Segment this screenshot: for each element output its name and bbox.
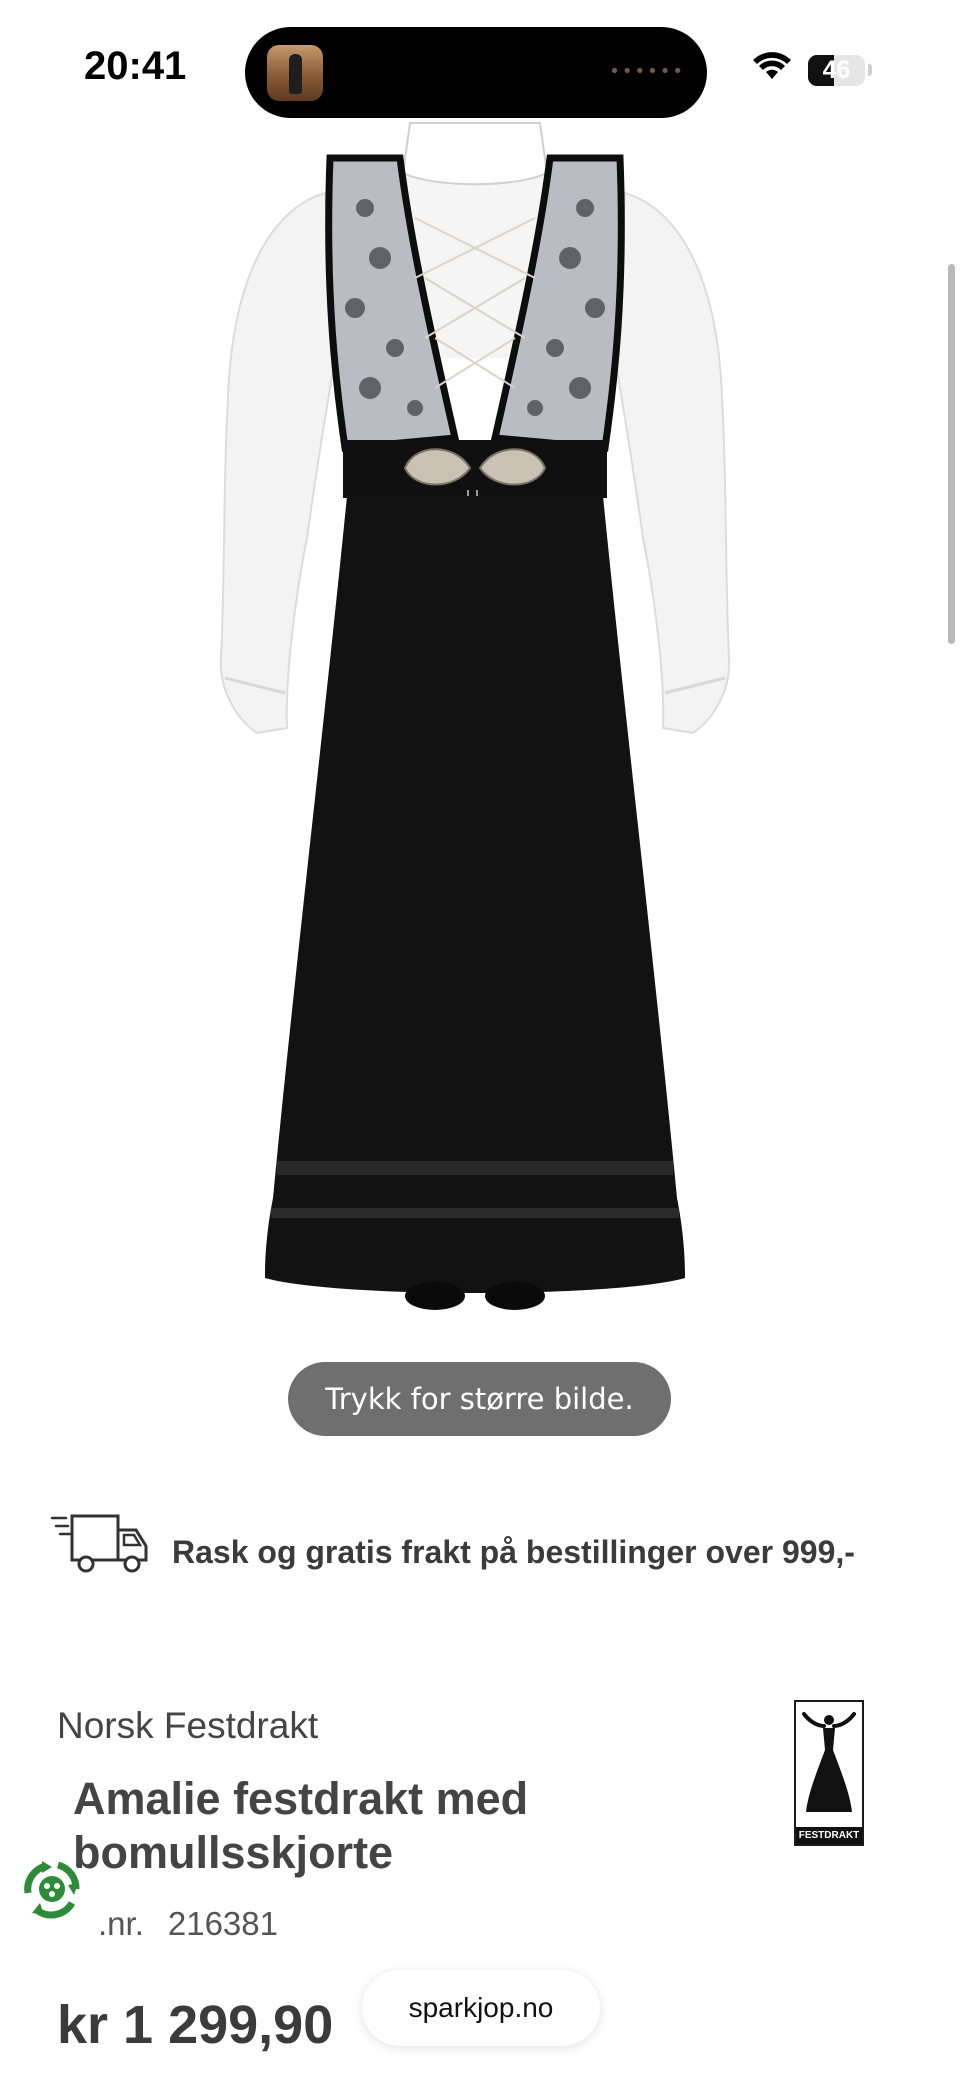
dress-logo-icon <box>802 1712 856 1812</box>
product-price: kr 1 299,90 <box>57 1995 334 2055</box>
battery-indicator: 46 <box>808 55 865 86</box>
dynamic-island[interactable]: •••••• <box>245 27 707 118</box>
product-title: Amalie festdrakt med bomullsskjorte <box>73 1773 529 1878</box>
battery-level: 46 <box>822 56 851 84</box>
audio-waveform-icon: •••••• <box>609 61 685 82</box>
wifi-icon <box>753 52 791 79</box>
scrollbar[interactable] <box>948 264 955 644</box>
article-number: .nr. 216381 <box>98 1905 278 1943</box>
shirt-sleeve-right <box>613 191 731 735</box>
recycle-icon[interactable] <box>16 1853 88 1925</box>
waistband <box>343 440 607 498</box>
battery-nub <box>868 64 872 76</box>
delivery-truck-icon <box>50 1514 148 1573</box>
enlarge-image-hint[interactable]: Trykk for større bilde. <box>288 1362 671 1436</box>
product-image[interactable] <box>215 118 735 1428</box>
now-playing-thumbnail[interactable] <box>267 45 323 101</box>
article-number-value: 216381 <box>167 1905 278 1942</box>
browser-address-bar[interactable]: sparkjop.no <box>362 1970 600 2046</box>
brand-logo-text: FESTDRAKT <box>796 1827 862 1844</box>
brand-logo[interactable]: FESTDRAKT <box>794 1700 864 1846</box>
shirt-sleeve-left <box>219 191 337 735</box>
shirt-collar <box>401 122 549 186</box>
status-time: 20:41 <box>84 44 187 88</box>
shipping-info: Rask og gratis frakt på bestillinger ove… <box>172 1534 855 1570</box>
brand-name[interactable]: Norsk Festdrakt <box>57 1705 318 1747</box>
article-number-label: .nr. <box>98 1905 144 1942</box>
